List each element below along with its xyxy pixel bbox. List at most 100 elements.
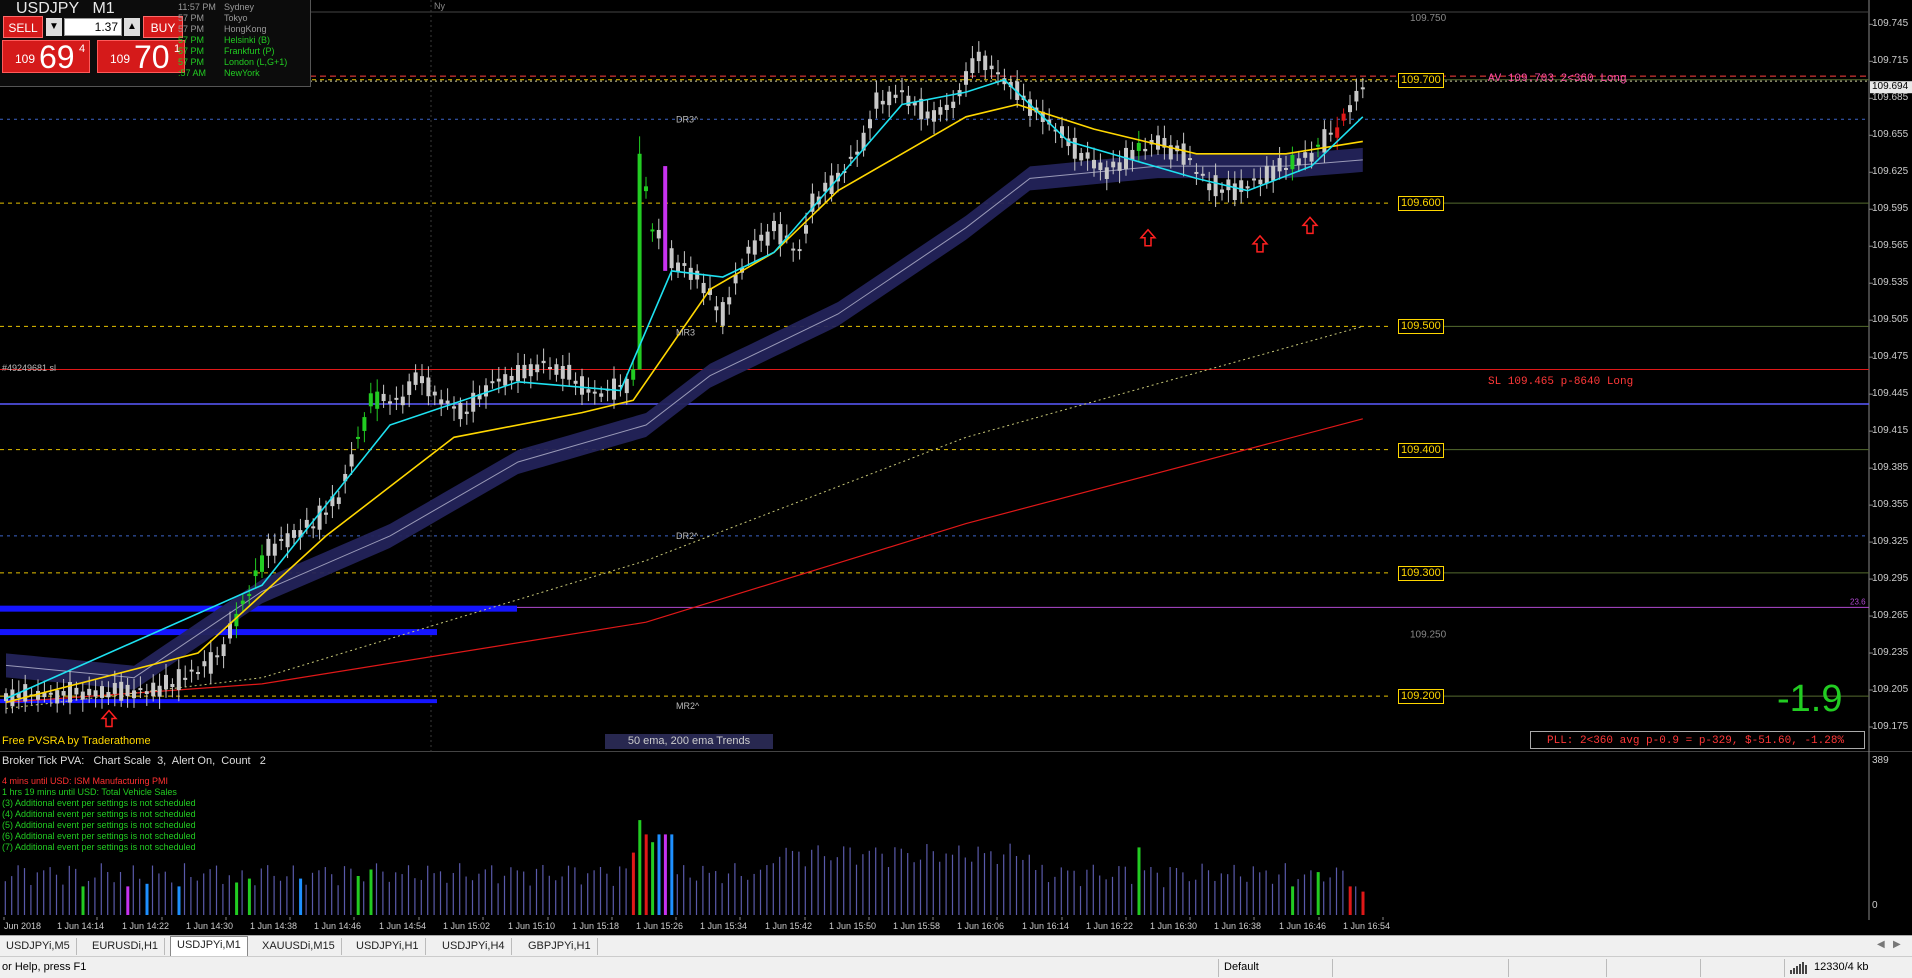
candle-body <box>663 166 668 271</box>
volume-bar <box>151 865 154 915</box>
session-time: 11:57 PM <box>178 2 216 12</box>
candle-body <box>1245 186 1250 189</box>
candle-body <box>951 101 956 108</box>
candle-body <box>413 372 418 385</box>
volume-bar <box>1060 867 1062 915</box>
volume-bar <box>388 881 390 915</box>
sell-price-button[interactable]: 109 69 4 <box>2 39 90 75</box>
sell-button[interactable]: SELL <box>3 16 43 38</box>
volume-bar <box>503 875 506 915</box>
price-axis-label: 109.685 <box>1872 92 1909 104</box>
session-name: Helsinki (B) <box>224 35 271 45</box>
volume-bar <box>1143 870 1146 915</box>
candle-body <box>452 406 456 409</box>
price-axis-label: 109.445 <box>1872 388 1909 400</box>
volume-bar <box>215 865 218 915</box>
tab-gbpjpyi-h1[interactable]: GBPJPYi,H1 <box>522 938 598 955</box>
session-row: 57 PM HongKong <box>178 24 308 35</box>
status-divider <box>1332 959 1333 977</box>
volume-bar <box>1239 876 1242 915</box>
tab-usdjpyi-h4[interactable]: USDJPYi,H4 <box>436 938 512 955</box>
time-axis-label: 1 Jun 15:34 <box>700 921 747 931</box>
one-click-trading-panel: USDJPY M1 SELL ▼ ▲ BUY 109 69 4 109 70 1… <box>0 0 311 87</box>
candle-body <box>701 282 706 294</box>
candle-body <box>1092 159 1096 169</box>
volume-bar <box>228 875 230 915</box>
candle-body <box>1264 165 1269 184</box>
candle-body <box>1072 137 1077 159</box>
candle-body <box>797 249 802 252</box>
candle-body <box>189 669 194 672</box>
volume-bar <box>1067 870 1069 915</box>
volume-bar <box>862 854 864 915</box>
tab-xauusdi-m15[interactable]: XAUUSDi,M15 <box>256 938 342 955</box>
volume-indicator-chart[interactable] <box>0 752 1912 920</box>
volume-bar <box>964 857 966 915</box>
candle-body <box>624 378 629 394</box>
tab-usdjpyi-h1[interactable]: USDJPYi,H1 <box>350 938 426 955</box>
volume-bar <box>785 847 787 915</box>
candle-body <box>644 186 648 192</box>
volume-bar <box>689 877 691 915</box>
volume-bar <box>1297 879 1299 915</box>
session-row: 57 PM Frankfurt (P) <box>178 46 308 57</box>
session-row: 57 PM Helsinki (B) <box>178 35 308 46</box>
volume-bar <box>1271 883 1274 915</box>
candle-body <box>1252 178 1256 181</box>
candle-body <box>996 72 1000 75</box>
volume-bar <box>132 865 134 915</box>
candle-body <box>1309 153 1314 162</box>
volume-bar <box>260 868 262 915</box>
volume-bar <box>491 865 493 915</box>
lot-size-input[interactable] <box>64 18 122 36</box>
volume-bar <box>1150 866 1152 915</box>
time-axis-label: 1 Jun 15:02 <box>443 921 490 931</box>
candle-body <box>426 377 431 397</box>
volume-bar <box>484 869 486 915</box>
session-name: NewYork <box>224 68 260 78</box>
candle-body <box>1290 154 1295 170</box>
buy-signal-arrow-icon <box>1139 228 1157 247</box>
candle-body <box>516 365 520 382</box>
candle-body <box>176 669 181 691</box>
candle-body <box>509 375 514 381</box>
candle-body <box>1085 152 1090 159</box>
volume-bar <box>1035 870 1037 915</box>
candle-body <box>125 684 130 697</box>
buy-price-button[interactable]: 109 70 1 <box>97 39 185 75</box>
volume-bar <box>1335 867 1338 915</box>
tab-usdjpyi-m5[interactable]: USDJPYi,M5 <box>0 938 77 955</box>
tab-scroll-left-icon[interactable]: ◀ <box>1877 939 1885 950</box>
volume-bar <box>1003 854 1005 915</box>
volume-bar <box>1259 872 1261 915</box>
volume-bar <box>286 876 288 915</box>
time-axis-label: 1 Jun 15:26 <box>636 921 683 931</box>
volume-bar <box>523 871 525 915</box>
lot-increase-button[interactable]: ▲ <box>124 18 140 36</box>
volume-bar <box>305 884 307 915</box>
candle-body <box>906 95 911 106</box>
candle-body <box>112 682 117 694</box>
volume-bar <box>683 865 685 915</box>
lot-decrease-button[interactable]: ▼ <box>46 18 62 36</box>
candle-body <box>746 246 751 254</box>
candle-body <box>80 691 85 700</box>
candle-body <box>375 391 380 409</box>
volume-bar <box>145 883 149 915</box>
tab-usdjpyi-m1[interactable]: USDJPYi,M1 <box>170 936 248 957</box>
candle-body <box>637 153 642 370</box>
tab-scroll-right-icon[interactable]: ▶ <box>1893 939 1901 950</box>
tab-eurusdi-h1[interactable]: EURUSDi,H1 <box>86 938 166 955</box>
candle-body <box>1335 127 1340 138</box>
volume-bar <box>446 882 448 915</box>
price-level-box: 109.200 <box>1398 689 1444 705</box>
volume-bar <box>779 856 781 915</box>
buy-button[interactable]: BUY <box>143 16 183 38</box>
volume-bar <box>113 882 115 915</box>
price-axis-label: 109.385 <box>1872 462 1909 474</box>
candle-body <box>580 376 584 395</box>
candle-body <box>317 505 322 530</box>
candle-body <box>484 385 488 397</box>
connection-traffic-icon <box>1790 962 1807 974</box>
volume-bar <box>235 882 239 915</box>
